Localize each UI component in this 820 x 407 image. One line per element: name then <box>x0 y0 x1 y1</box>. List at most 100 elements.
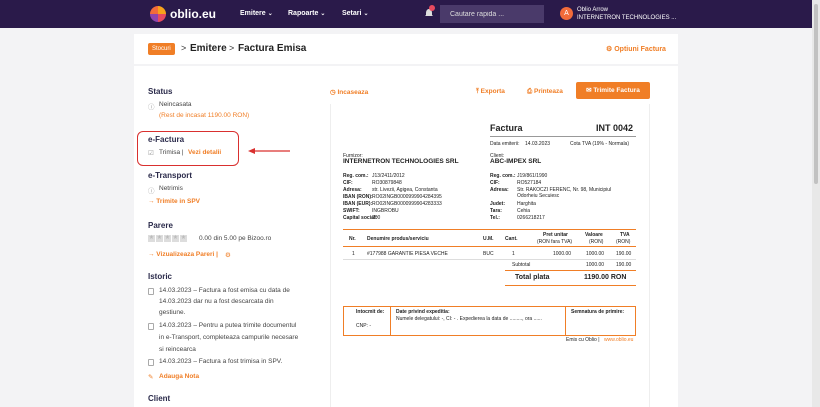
info-icon: ⓘ <box>148 104 155 111</box>
field-value: RO30879848 <box>372 180 402 186</box>
intocmit-label: Intocmit de: <box>356 309 385 315</box>
table-header-line <box>343 246 636 247</box>
col-header: Cant. <box>505 236 518 242</box>
divider <box>490 136 636 137</box>
breadcrumb-separator: > <box>229 43 235 53</box>
table-row: 190.00 <box>616 251 632 257</box>
field-value: 200 <box>372 215 381 221</box>
col-header: (RON) <box>589 239 604 245</box>
parere-title: Parere <box>148 221 173 230</box>
client-name: ABC-IMPEX SRL <box>490 158 542 165</box>
nav-rapoarte-label: Rapoarte <box>288 10 319 17</box>
delegat-text: Numele delegatului: -, CI: - . Expediere… <box>396 316 542 322</box>
istoric-title: Istoric <box>148 272 173 281</box>
user-avatar[interactable]: A <box>560 7 573 20</box>
field-label: Judet: <box>490 201 505 207</box>
field-label: Reg. com.: <box>490 173 516 179</box>
field-value: RO02INGB0000999904283333 <box>372 201 442 207</box>
adauga-nota-link[interactable]: Adauga Nota <box>159 373 199 380</box>
divider <box>565 306 566 336</box>
star-icon: ★ <box>172 235 179 242</box>
arrow-left-icon <box>248 148 290 154</box>
gear-icon[interactable]: ⚙ <box>225 251 231 259</box>
col-header: Valoare <box>585 232 603 238</box>
total-line <box>505 270 636 271</box>
history-item-line: in e-Transport, completeaza campurile ne… <box>159 334 299 341</box>
nav-emitere[interactable]: Emitere ⌄ <box>240 10 273 17</box>
star-icon: ★ <box>148 235 155 242</box>
invoice-title: Factura <box>490 123 523 133</box>
col-header: (RON fara TVA) <box>537 239 573 245</box>
vizualizeaza-pareri-link[interactable]: → Vizualizeaza Pareri | <box>148 251 218 258</box>
oblio-logo[interactable]: oblio.eu <box>150 6 216 22</box>
total-value: 1190.00 RON <box>584 274 627 281</box>
edit-icon: ✎ <box>148 374 154 381</box>
field-value: Odorheiu Secuiesc <box>517 193 560 199</box>
history-item-line: 14.03.2023 – Pentru a putea trimite docu… <box>159 322 297 329</box>
history-item-line: si reincearca <box>159 346 196 353</box>
subtotal-tva: 190.00 <box>616 262 632 268</box>
etransport-value: Netrimis <box>159 185 183 192</box>
field-label: SWIFT: <box>343 208 360 214</box>
table-row: 1000.00 <box>586 251 605 257</box>
col-header: (RON) <box>616 239 631 245</box>
notification-badge <box>429 5 435 11</box>
field-value: str. Livezii, Agigea, Constanta <box>372 187 438 193</box>
logo-icon <box>150 6 166 22</box>
field-label: Adresa: <box>343 187 362 193</box>
trimite-spv-link[interactable]: → Trimite in SPV <box>148 198 200 205</box>
date-value: 14.03.2023 <box>525 141 551 147</box>
star-icon: ★ <box>180 235 187 242</box>
field-value: RO527184 <box>517 180 542 186</box>
divider <box>390 306 391 336</box>
field-label: CIF: <box>343 180 353 186</box>
stocuri-button[interactable]: Stocuri <box>148 43 175 55</box>
user-company: INTERNETRON TECHNOLOGIES ... <box>577 15 677 21</box>
col-header: Nr. <box>349 236 356 242</box>
scrollbar-thumb[interactable] <box>814 4 818 184</box>
col-header: Pret unitar <box>543 232 569 238</box>
field-value: J13/2411/2012 <box>372 173 405 179</box>
nav-rapoarte[interactable]: Rapoarte ⌄ <box>288 10 325 17</box>
invoice-number: INT 0042 <box>596 123 634 133</box>
search-input[interactable] <box>440 5 544 23</box>
page-title: Factura Emisa <box>238 43 307 54</box>
printeaza-button[interactable]: ⎙ Printeaza <box>527 88 563 96</box>
oblio-link[interactable]: www.oblio.eu <box>604 337 633 343</box>
subtotal-label: Subtotal <box>512 262 531 268</box>
status-title: Status <box>148 87 173 96</box>
chevron-down-icon: ⌄ <box>363 11 369 17</box>
col-header: TVA <box>620 232 630 238</box>
rating-stars: ★ ★ ★ ★ ★ <box>148 235 187 242</box>
trimite-factura-button[interactable]: ✉ Trimite Factura <box>576 82 650 99</box>
client-title: Client <box>148 394 171 403</box>
etransport-title: e-Transport <box>148 171 193 180</box>
table-row: 1000.00 <box>553 251 572 257</box>
field-value: J19/861/1990 <box>517 173 548 179</box>
highlight-box <box>137 131 239 166</box>
incaseaza-button[interactable]: ◷ Incaseaza <box>330 88 368 96</box>
field-value: INGBROBU <box>372 208 399 214</box>
user-name[interactable]: Oblio Arrow <box>577 7 608 13</box>
star-icon: ★ <box>156 235 163 242</box>
history-item-line: 14.03.2023 – Factura a fost trimisa in S… <box>159 358 283 365</box>
history-item-line: 14.03.2023 dar nu a fost descarcata din <box>159 298 274 305</box>
nav-setari[interactable]: Setari ⌄ <box>342 10 369 17</box>
field-label: Tara: <box>490 208 502 214</box>
optiuni-factura-button[interactable]: ⚙ Optiuni Factura <box>606 45 666 53</box>
note-icon <box>148 323 154 330</box>
exporta-button[interactable]: ⤒ Exporta <box>476 88 505 96</box>
subtotal-value: 1000.00 <box>586 262 605 268</box>
status-value: Neincasata <box>159 101 192 108</box>
chevron-down-icon: ⌄ <box>320 11 326 17</box>
field-label: CIF: <box>490 180 500 186</box>
field-value: Harghita <box>517 201 536 207</box>
history-item-line: gestiune. <box>159 309 186 316</box>
semnatura-label: Semnatura de primire: <box>571 309 625 315</box>
top-navbar <box>0 0 812 28</box>
field-label: IBAN (RON): <box>343 194 373 200</box>
breadcrumb-emitere[interactable]: Emitere <box>190 43 227 54</box>
note-icon <box>148 359 154 366</box>
field-value: Cehia <box>517 208 531 214</box>
table-row: BUC <box>483 251 494 257</box>
